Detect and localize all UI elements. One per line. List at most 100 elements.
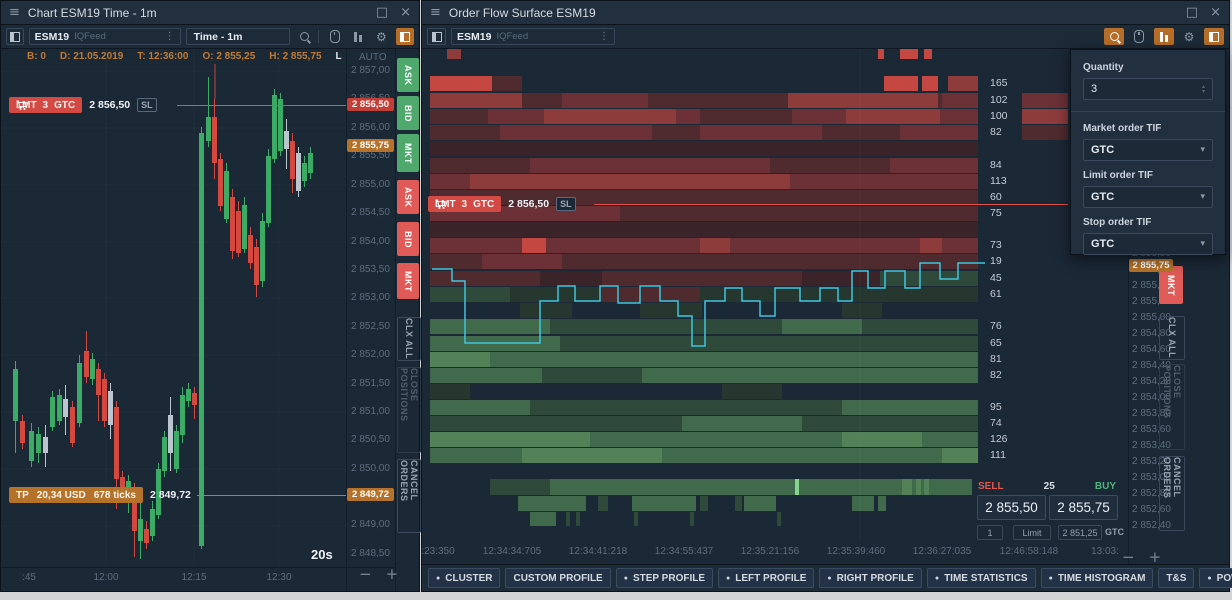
buy-price-button[interactable]: 2 855,75: [1049, 495, 1118, 520]
action-button-close-positions[interactable]: CLOSE POSITIONS: [397, 367, 421, 453]
tp-price: 2 849,72: [150, 489, 191, 501]
take-profit-badge[interactable]: TP 20,34 USD 678 ticks: [9, 487, 143, 503]
action-button-cancel-orders[interactable]: CANCEL ORDERS: [1159, 456, 1185, 531]
order-type-field[interactable]: Limit: [1013, 525, 1051, 540]
tp-tag: TP: [16, 490, 29, 501]
indicator-button-time-statistics[interactable]: ●TIME STATISTICS: [927, 568, 1036, 588]
indicator-button-right-profile[interactable]: ●RIGHT PROFILE: [819, 568, 921, 588]
panel-toggle-icon[interactable]: [6, 28, 24, 45]
limit-order-label[interactable]: LMT 3 GTC 2 856,50 SL: [9, 97, 157, 113]
indicator-button-time-histogram[interactable]: ● TIME HISTOGRAM: [1041, 568, 1154, 588]
stop-tif-label: Stop order TIF: [1083, 217, 1213, 228]
indicator-button-step-profile[interactable]: ● STEP PROFILE: [616, 568, 713, 588]
limit-order-line[interactable]: [594, 204, 1068, 205]
symbol-label: ESM19: [35, 31, 69, 43]
symbol-selector[interactable]: ESM19 IQFeed ⋮: [29, 28, 181, 45]
action-button-clx-all[interactable]: CLX ALL: [397, 317, 421, 361]
mouse-mode-icon[interactable]: [1129, 28, 1149, 45]
gear-icon[interactable]: ⚙: [372, 28, 390, 45]
indicator-toolbar: ●CLUSTERCUSTOM PROFILE●STEP PROFILE●LEFT…: [422, 564, 1229, 591]
sl-button[interactable]: SL: [137, 98, 157, 112]
limit-order-badge[interactable]: LMT 3 GTC: [9, 97, 82, 113]
limit-order-label[interactable]: LMT 3 GTC 2 856,50 SL: [428, 196, 576, 212]
trade-button-bid-sell[interactable]: BID: [397, 222, 419, 256]
quantity-field[interactable]: 1: [977, 525, 1003, 540]
kebab-icon[interactable]: ⋮: [165, 31, 175, 42]
order-price-badge: 2 856,50: [347, 98, 394, 111]
stop-price-field[interactable]: 2 851,25: [1058, 525, 1102, 540]
limit-tif-value: GTC: [1091, 191, 1200, 203]
market-tif-value: GTC: [1091, 144, 1200, 156]
axis-separator: [346, 48, 347, 591]
order-qty: 3: [462, 199, 468, 210]
axis-auto-label[interactable]: AUTO: [359, 52, 387, 63]
widget-quantity: 25: [1004, 481, 1095, 492]
indicator-button-label: TIME HISTOGRAM: [1058, 573, 1146, 584]
market-tif-select[interactable]: GTC ▾: [1083, 139, 1213, 161]
trade-button-mkt-buy[interactable]: MKT: [397, 134, 419, 172]
indicator-button-label: STEP PROFILE: [633, 573, 705, 584]
indicator-button-custom-profile[interactable]: CUSTOM PROFILE: [505, 568, 610, 588]
kebab-icon[interactable]: ⋮: [599, 31, 609, 42]
stop-tif-select[interactable]: GTC ▾: [1083, 233, 1213, 255]
last-price-badge: 2 855,75: [347, 139, 394, 152]
zoom-out-button[interactable]: −: [359, 565, 372, 583]
chart-trading-icon[interactable]: [1154, 28, 1174, 45]
take-profit-line[interactable]: [197, 495, 346, 496]
info-open: O: 2 855,25: [202, 51, 255, 62]
symbol-label: ESM19: [457, 31, 491, 43]
zoom-icon[interactable]: [295, 28, 313, 45]
account-panel-icon[interactable]: [396, 28, 414, 45]
sl-button[interactable]: SL: [556, 197, 576, 211]
trade-button-bid-buy[interactable]: BID: [397, 96, 419, 130]
indicator-dot-icon: ●: [624, 575, 628, 582]
order-price: 2 856,50: [508, 198, 549, 210]
gear-icon[interactable]: ⚙: [1179, 28, 1199, 45]
panel-toggle-icon[interactable]: [427, 28, 446, 45]
indicator-button-cluster[interactable]: ●CLUSTER: [428, 568, 500, 588]
zoom-icon[interactable]: [1104, 28, 1124, 45]
tif-field[interactable]: GTC: [1105, 527, 1124, 537]
chart-trading-icon[interactable]: [349, 28, 367, 45]
zoom-in-button[interactable]: +: [386, 565, 399, 583]
last-price-badge: 2 855,75: [1129, 259, 1173, 272]
action-button-close-positions[interactable]: CLOSE POSITIONS: [1159, 364, 1185, 450]
tp-ticks: 678 ticks: [94, 490, 136, 501]
indicator-button-left-profile[interactable]: ●LEFT PROFILE: [718, 568, 814, 588]
limit-order-line[interactable]: [177, 105, 346, 106]
action-button-clx-all[interactable]: CLX ALL: [1159, 316, 1185, 360]
trading-widget: SELL 25 BUY 2 855,50 2 855,75 1 Limit 2 …: [972, 477, 1122, 543]
quantity-input[interactable]: 3 ▴ ▾: [1083, 78, 1213, 100]
symbol-selector[interactable]: ESM19 IQFeed ⋮: [451, 28, 615, 45]
order-qty: 3: [43, 100, 49, 111]
market-tif-label: Market order TIF: [1083, 123, 1213, 134]
chart-zoom-controls: − +: [359, 565, 398, 583]
limit-tif-select[interactable]: GTC ▾: [1083, 186, 1213, 208]
info-high: H: 2 855,75: [269, 51, 321, 62]
desktop: ≡ Chart ESM19 Time - 1m □ × ESM19 IQFeed…: [0, 0, 1232, 600]
mouse-mode-icon[interactable]: [325, 28, 343, 45]
action-button-cancel-orders[interactable]: CANCEL ORDERS: [397, 459, 421, 533]
indicator-button-label: RIGHT PROFILE: [837, 573, 914, 584]
limit-order-badge[interactable]: LMT 3 GTC: [428, 196, 501, 212]
indicator-button-power-trades[interactable]: ●POWER TRADES: [1199, 568, 1232, 588]
trade-button-mkt-sell[interactable]: MKT: [397, 263, 419, 299]
cart-icon: [16, 100, 27, 111]
aggregation-selector[interactable]: Time - 1m: [186, 28, 290, 45]
quantity-value: 3: [1091, 83, 1202, 95]
spinner-down-icon[interactable]: ▾: [1202, 89, 1205, 94]
sell-price-button[interactable]: 2 855,50: [977, 495, 1046, 520]
popup-divider: [1071, 111, 1225, 112]
tp-price-badge: 2 849,72: [347, 488, 394, 501]
trade-button-ask-sell[interactable]: ASK: [397, 180, 419, 214]
indicator-button-t-s[interactable]: T&S: [1158, 568, 1194, 588]
info-bid: B: 0: [27, 51, 46, 62]
indicator-dot-icon: ●: [1049, 575, 1053, 582]
trade-button-ask-buy[interactable]: ASK: [397, 58, 419, 92]
indicator-button-label: CUSTOM PROFILE: [513, 573, 602, 584]
info-date: D: 21.05.2019: [60, 51, 123, 62]
take-profit-label[interactable]: TP 20,34 USD 678 ticks 2 849,72: [9, 487, 191, 503]
account-panel-icon[interactable]: [1204, 28, 1224, 45]
bar-countdown: 20s: [311, 547, 333, 562]
indicator-button-label: LEFT PROFILE: [735, 573, 806, 584]
